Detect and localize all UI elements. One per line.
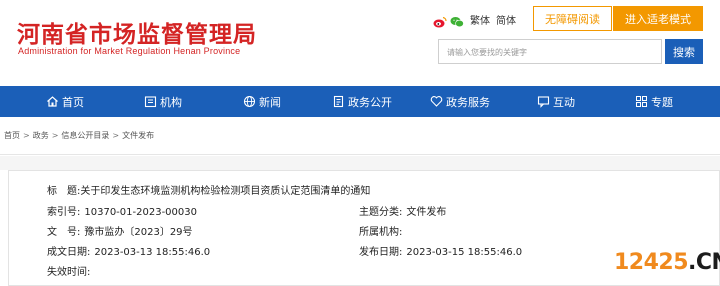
topic-value: 文件发布 xyxy=(406,207,447,218)
breadcrumb-current[interactable]: 文件发布 xyxy=(122,130,154,141)
watermark: 12425.CN xyxy=(614,250,720,275)
nav-item-gov-open[interactable]: 政务公开 xyxy=(332,86,392,117)
breadcrumb-separator: > xyxy=(51,131,59,140)
watermark-domain: .CN xyxy=(688,250,720,275)
nav-item-gov-service[interactable]: 政务服务 xyxy=(430,86,490,117)
weibo-icon[interactable] xyxy=(433,13,447,28)
published-value: 2023-03-15 18:55:46.0 xyxy=(406,247,523,258)
title-value: 关于印发生态环境监测机构检验检测项目资质认定范围清单的通知 xyxy=(80,186,371,197)
created-value: 2023-03-13 18:55:46.0 xyxy=(94,247,211,258)
nav-label: 政务公开 xyxy=(348,95,392,109)
breadcrumb: 首页 > 政务 > 信息公开目录 > 文件发布 xyxy=(0,117,720,155)
info-published-row: 发布日期: 2023-03-15 18:55:46.0 xyxy=(359,243,522,258)
nav-label: 新闻 xyxy=(259,95,281,109)
nav-label: 互动 xyxy=(553,95,575,109)
breadcrumb-home[interactable]: 首页 xyxy=(4,130,20,141)
created-label: 成文日期: xyxy=(47,247,91,258)
document-icon xyxy=(333,95,344,108)
info-created-row: 成文日期: 2023-03-13 18:55:46.0 xyxy=(47,243,210,258)
title-label: 标 题: xyxy=(47,186,81,197)
published-label: 发布日期: xyxy=(359,247,403,258)
info-expire-row: 失效时间: xyxy=(47,263,90,278)
breadcrumb-separator: > xyxy=(23,131,30,140)
site-subtitle: Administration for Market Regulation Hen… xyxy=(18,46,241,56)
docno-label: 文 号: xyxy=(47,227,81,238)
nav-label: 首页 xyxy=(62,95,84,109)
topic-label: 主题分类: xyxy=(359,207,403,218)
search-input[interactable] xyxy=(439,41,661,64)
nav-item-news[interactable]: 新闻 xyxy=(243,86,281,117)
globe-icon xyxy=(243,95,256,108)
site-header: 河南省市场监督管理局 Administration for Market Reg… xyxy=(0,0,720,86)
breadcrumb-separator: > xyxy=(112,131,120,140)
chat-icon xyxy=(537,96,550,108)
main-nav: 首页 机构 新闻 政务公开 政务服务 互动 专题 xyxy=(0,86,720,117)
watermark-number: 12425 xyxy=(614,250,689,275)
accessible-reading-button[interactable]: 无障碍阅读 xyxy=(533,6,612,31)
nav-label: 专题 xyxy=(651,95,673,109)
index-value: 10370-01-2023-00030 xyxy=(84,207,197,218)
info-title-row: 标 题:关于印发生态环境监测机构检验检测项目资质认定范围清单的通知 xyxy=(47,182,370,197)
info-docno-row: 文 号: 豫市监办〔2023〕29号 xyxy=(47,223,193,238)
nav-item-org[interactable]: 机构 xyxy=(144,86,182,117)
nav-label: 政务服务 xyxy=(446,95,490,109)
elder-mode-button[interactable]: 进入适老模式 xyxy=(613,6,703,31)
nav-label: 机构 xyxy=(160,95,182,109)
info-index-row: 索引号: 10370-01-2023-00030 xyxy=(47,203,197,218)
org-label: 所属机构: xyxy=(359,227,403,238)
wechat-icon[interactable] xyxy=(450,13,464,28)
heart-icon xyxy=(430,96,443,107)
breadcrumb-catalog[interactable]: 信息公开目录 xyxy=(61,130,109,141)
nav-item-interact[interactable]: 互动 xyxy=(537,86,575,117)
breadcrumb-gov[interactable]: 政务 xyxy=(33,130,49,141)
docno-value: 豫市监办〔2023〕29号 xyxy=(84,227,193,238)
site-title[interactable]: 河南省市场监督管理局 xyxy=(17,15,257,49)
search-box xyxy=(438,39,662,64)
grid-icon xyxy=(636,96,647,107)
expire-label: 失效时间: xyxy=(47,267,91,278)
search-button[interactable]: 搜索 xyxy=(665,39,703,64)
building-icon xyxy=(144,96,157,108)
nav-item-home[interactable]: 首页 xyxy=(46,86,84,117)
page: 河南省市场监督管理局 Administration for Market Reg… xyxy=(0,0,720,286)
lang-traditional[interactable]: 繁体 xyxy=(470,12,490,27)
info-org-row: 所属机构: xyxy=(359,223,402,238)
nav-item-topics[interactable]: 专题 xyxy=(635,86,673,117)
content-gap xyxy=(0,156,720,170)
index-label: 索引号: xyxy=(47,207,81,218)
lang-simplified[interactable]: 简体 xyxy=(496,12,516,27)
home-icon xyxy=(47,96,58,107)
top-tools: 繁体 简体 xyxy=(433,10,516,28)
info-topic-row: 主题分类: 文件发布 xyxy=(359,203,446,218)
